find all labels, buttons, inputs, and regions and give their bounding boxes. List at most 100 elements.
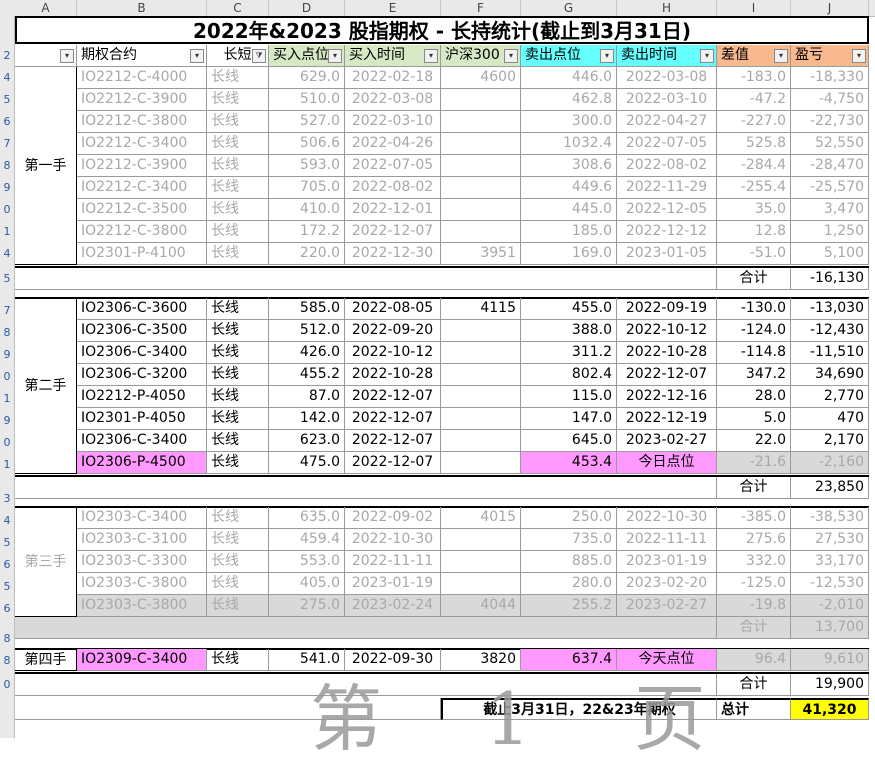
row-number[interactable]: 5 <box>0 537 14 549</box>
sell-date-cell[interactable]: 2022-04-27 <box>617 111 717 133</box>
sell-date-cell[interactable]: 2022-09-19 <box>617 298 717 320</box>
buy-date-cell[interactable]: 2022-10-28 <box>345 364 441 386</box>
sell-price-cell[interactable]: 311.2 <box>521 342 617 364</box>
filter-dropdown-icon[interactable]: ▾ <box>700 49 714 63</box>
buy-price-cell[interactable]: 506.6 <box>269 133 345 155</box>
row-number[interactable]: 4 <box>0 72 14 84</box>
pnl-cell[interactable]: -18,330 <box>791 67 869 89</box>
csi300-cell[interactable] <box>441 364 521 386</box>
sell-date-cell[interactable]: 2022-12-05 <box>617 199 717 221</box>
csi300-cell[interactable] <box>441 133 521 155</box>
term-cell[interactable]: 长线 <box>207 649 269 671</box>
buy-date-cell[interactable]: 2022-08-05 <box>345 298 441 320</box>
filter-dropdown-icon[interactable]: ▾ <box>60 49 74 63</box>
sell-date-cell[interactable]: 2022-08-02 <box>617 155 717 177</box>
buy-price-cell[interactable]: 426.0 <box>269 342 345 364</box>
contract-cell[interactable]: IO2306-C-3400 <box>77 430 207 452</box>
header-cell-a[interactable]: ▾ <box>15 45 77 67</box>
buy-price-cell[interactable]: 512.0 <box>269 320 345 342</box>
sell-price-cell[interactable]: 255.2 <box>521 595 617 617</box>
diff-cell[interactable]: 332.0 <box>717 551 791 573</box>
csi300-cell[interactable] <box>441 177 521 199</box>
filter-dropdown-icon[interactable]: ▾ <box>600 49 614 63</box>
filter-dropdown-icon[interactable]: ▾ <box>190 49 204 63</box>
row-number[interactable]: 9 <box>0 349 14 361</box>
pnl-cell[interactable]: 3,470 <box>791 199 869 221</box>
csi300-cell[interactable] <box>441 342 521 364</box>
term-cell[interactable]: 长线 <box>207 298 269 320</box>
buy-date-cell[interactable]: 2022-09-02 <box>345 507 441 529</box>
pnl-cell[interactable]: -4,750 <box>791 89 869 111</box>
buy-price-cell[interactable]: 87.0 <box>269 386 345 408</box>
pnl-cell[interactable]: -12,530 <box>791 573 869 595</box>
sell-price-cell[interactable]: 308.6 <box>521 155 617 177</box>
sell-date-cell[interactable]: 2023-01-19 <box>617 551 717 573</box>
csi300-cell[interactable]: 4044 <box>441 595 521 617</box>
diff-cell[interactable]: -130.0 <box>717 298 791 320</box>
buy-date-cell[interactable]: 2022-04-26 <box>345 133 441 155</box>
csi300-cell[interactable]: 4600 <box>441 67 521 89</box>
diff-cell[interactable]: -125.0 <box>717 573 791 595</box>
csi300-cell[interactable] <box>441 551 521 573</box>
column-letter-f[interactable]: F <box>441 0 521 16</box>
row-number[interactable]: 1 <box>0 226 14 238</box>
term-cell[interactable]: 长线 <box>207 111 269 133</box>
pnl-cell[interactable]: 1,250 <box>791 221 869 243</box>
subtotal-value[interactable]: 19,900 <box>791 674 869 696</box>
filter-dropdown-icon[interactable]: ▾ <box>424 49 438 63</box>
buy-date-cell[interactable]: 2022-12-30 <box>345 243 441 265</box>
csi300-cell[interactable] <box>441 408 521 430</box>
contract-cell[interactable]: IO2301-P-4050 <box>77 408 207 430</box>
diff-cell[interactable]: -284.4 <box>717 155 791 177</box>
term-cell[interactable]: 长线 <box>207 177 269 199</box>
pnl-cell[interactable]: -11,510 <box>791 342 869 364</box>
diff-cell[interactable]: -21.6 <box>717 452 791 474</box>
term-cell[interactable]: 长线 <box>207 155 269 177</box>
pnl-cell[interactable]: 33,170 <box>791 551 869 573</box>
csi300-cell[interactable] <box>441 573 521 595</box>
sell-date-cell[interactable]: 2023-02-20 <box>617 573 717 595</box>
buy-price-cell[interactable]: 172.2 <box>269 221 345 243</box>
buy-date-cell[interactable]: 2022-07-05 <box>345 155 441 177</box>
term-cell[interactable]: 长线 <box>207 320 269 342</box>
buy-date-cell[interactable]: 2022-12-01 <box>345 199 441 221</box>
csi300-cell[interactable] <box>441 452 521 474</box>
diff-cell[interactable]: -385.0 <box>717 507 791 529</box>
term-cell[interactable]: 长线 <box>207 551 269 573</box>
diff-cell[interactable]: 35.0 <box>717 199 791 221</box>
buy-price-cell[interactable]: 553.0 <box>269 551 345 573</box>
pnl-cell[interactable]: 2,770 <box>791 386 869 408</box>
csi300-cell[interactable] <box>441 155 521 177</box>
buy-price-cell[interactable]: 475.0 <box>269 452 345 474</box>
column-letter-b[interactable]: B <box>77 0 207 16</box>
column-letter-h[interactable]: H <box>617 0 717 16</box>
pnl-cell[interactable]: 34,690 <box>791 364 869 386</box>
diff-cell[interactable]: -19.8 <box>717 595 791 617</box>
buy-price-cell[interactable]: 410.0 <box>269 199 345 221</box>
row-number[interactable]: 2 <box>0 50 14 62</box>
buy-date-cell[interactable]: 2022-03-08 <box>345 89 441 111</box>
sell-date-cell[interactable]: 2022-10-30 <box>617 507 717 529</box>
pnl-cell[interactable]: -13,030 <box>791 298 869 320</box>
sell-date-cell[interactable]: 2022-12-07 <box>617 364 717 386</box>
row-number[interactable]: 5 <box>0 581 14 593</box>
contract-cell[interactable]: IO2212-C-3400 <box>77 177 207 199</box>
group-label[interactable]: 第四手 <box>15 649 77 671</box>
sell-price-cell[interactable]: 735.0 <box>521 529 617 551</box>
row-number[interactable]: 8 <box>0 160 14 172</box>
pnl-cell[interactable]: 27,530 <box>791 529 869 551</box>
pnl-cell[interactable]: 2,170 <box>791 430 869 452</box>
contract-cell[interactable]: IO2306-C-3500 <box>77 320 207 342</box>
contract-cell[interactable]: IO2301-P-4100 <box>77 243 207 265</box>
term-cell[interactable]: 长线 <box>207 452 269 474</box>
row-number[interactable]: 0 <box>0 679 14 691</box>
sell-price-cell[interactable]: 453.4 <box>521 452 617 474</box>
buy-price-cell[interactable]: 623.0 <box>269 430 345 452</box>
csi300-cell[interactable] <box>441 430 521 452</box>
contract-cell[interactable]: IO2212-C-3900 <box>77 89 207 111</box>
diff-cell[interactable]: 5.0 <box>717 408 791 430</box>
sheet-title[interactable]: 2022年&2023 股指期权 - 长持统计(截止到3月31日) <box>15 16 869 44</box>
sell-price-cell[interactable]: 250.0 <box>521 507 617 529</box>
pnl-cell[interactable]: -25,570 <box>791 177 869 199</box>
row-number[interactable]: 9 <box>0 415 14 427</box>
